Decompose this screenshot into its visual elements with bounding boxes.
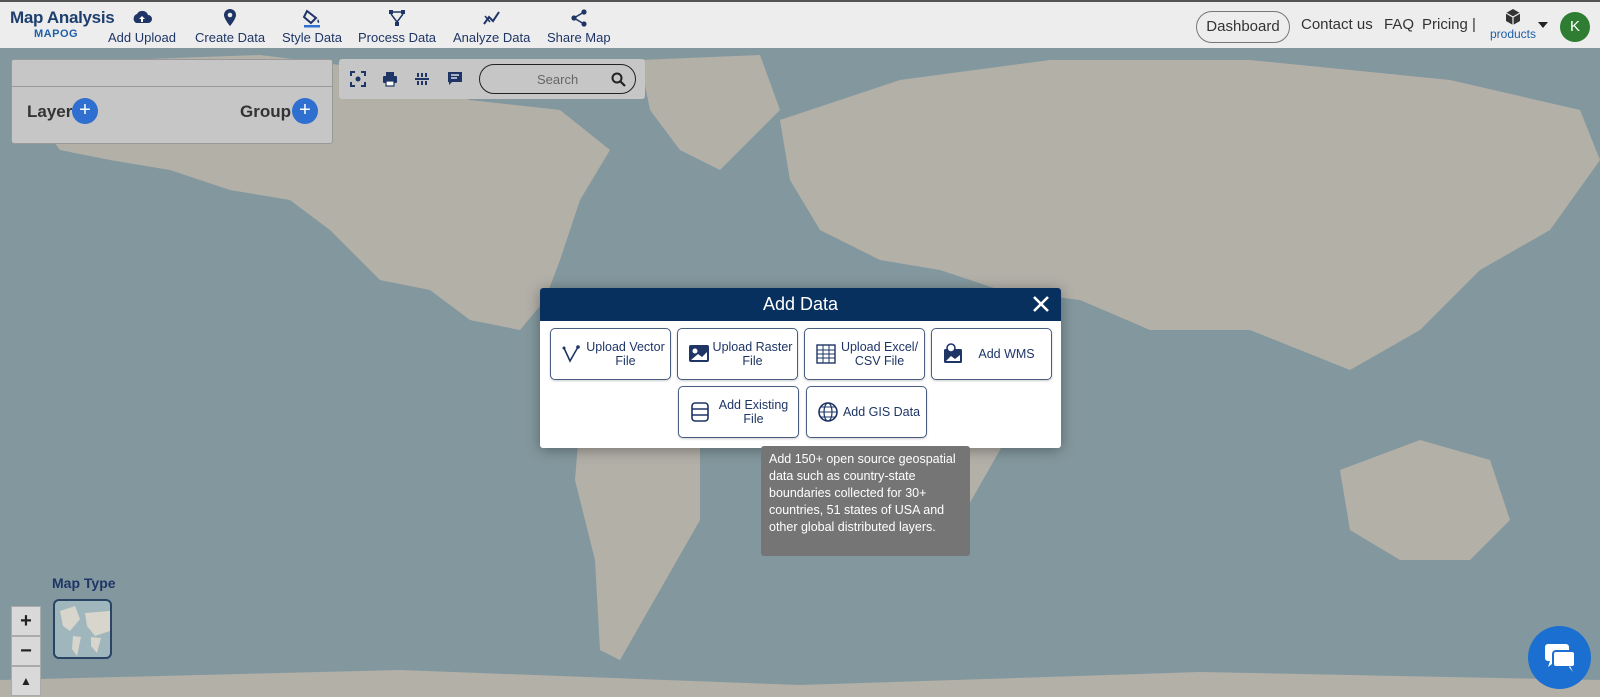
modal-header: Add Data bbox=[540, 288, 1061, 321]
vector-icon bbox=[562, 345, 580, 363]
user-avatar[interactable]: K bbox=[1560, 12, 1590, 42]
brand-title: Map Analysis bbox=[10, 8, 115, 27]
gis-data-tooltip: Add 150+ open source geospatial data suc… bbox=[761, 446, 970, 556]
option-label: Add Existing File bbox=[718, 398, 789, 426]
layer-label: Layer bbox=[27, 102, 73, 121]
add-layer-button[interactable]: + bbox=[72, 98, 98, 124]
add-existing-file-button[interactable]: Add Existing File bbox=[678, 386, 799, 438]
option-label: Upload Vector File bbox=[586, 340, 665, 368]
map-type-thumbnail[interactable] bbox=[53, 599, 112, 659]
layer-panel-header bbox=[12, 60, 332, 87]
chat-icon bbox=[1545, 644, 1576, 672]
cloud-upload-icon bbox=[133, 10, 152, 23]
search-input[interactable]: Search bbox=[479, 64, 636, 94]
add-gis-data-button[interactable]: Add GIS Data bbox=[806, 386, 927, 438]
measure-icon[interactable] bbox=[414, 71, 430, 87]
comment-icon[interactable] bbox=[447, 71, 463, 87]
search-icon[interactable] bbox=[611, 72, 626, 87]
globe-icon bbox=[818, 402, 838, 422]
map-type-label: Map Type bbox=[52, 575, 116, 591]
raster-image-icon bbox=[689, 345, 709, 362]
nav-label: Share Map bbox=[547, 30, 611, 45]
option-label: Upload Raster File bbox=[712, 340, 793, 368]
process-icon bbox=[389, 10, 406, 26]
nav-share-map[interactable]: Share Map bbox=[547, 8, 611, 45]
upload-excel-csv-button[interactable]: Upload Excel/ CSV File bbox=[804, 328, 925, 380]
brand-subtitle: MAPOG bbox=[34, 28, 79, 40]
option-label: Add WMS bbox=[978, 347, 1035, 361]
zoom-out-button[interactable]: − bbox=[11, 636, 41, 666]
analyze-icon bbox=[482, 11, 500, 25]
share-icon bbox=[571, 9, 587, 27]
nav-label: Create Data bbox=[195, 30, 266, 45]
print-icon[interactable] bbox=[382, 71, 398, 87]
table-icon bbox=[816, 344, 836, 364]
fit-bounds-icon[interactable] bbox=[350, 71, 366, 87]
caret-down-icon[interactable] bbox=[1537, 21, 1549, 29]
map-pin-icon bbox=[224, 9, 237, 26]
contact-us-link[interactable]: Contact us bbox=[1301, 16, 1373, 33]
faq-link[interactable]: FAQ bbox=[1384, 16, 1414, 33]
nav-label: Style Data bbox=[282, 30, 342, 45]
products-label: products bbox=[1489, 27, 1537, 41]
zoom-in-button[interactable]: + bbox=[11, 606, 41, 636]
products-menu[interactable]: products bbox=[1486, 8, 1540, 41]
reset-north-button[interactable]: ▲ bbox=[11, 666, 41, 696]
add-data-modal: Add Data Upload Vector File Upload Raste… bbox=[540, 288, 1061, 448]
nav-create-data[interactable]: Create Data bbox=[195, 8, 265, 45]
wms-icon bbox=[944, 343, 962, 363]
nav-style-data[interactable]: Style Data bbox=[282, 8, 342, 45]
option-label: Upload Excel/ CSV File bbox=[840, 340, 919, 368]
upload-raster-file-button[interactable]: Upload Raster File bbox=[677, 328, 798, 380]
modal-title: Add Data bbox=[762, 294, 839, 314]
nav-label: Process Data bbox=[358, 30, 437, 45]
nav-label: Add Upload bbox=[108, 30, 176, 45]
database-icon bbox=[691, 402, 709, 422]
search-placeholder: Search bbox=[537, 72, 579, 87]
add-group-button[interactable]: + bbox=[292, 98, 318, 124]
map-toolbar: Search bbox=[339, 59, 645, 99]
brand-logo[interactable]: Map Analysis MAPOG bbox=[10, 8, 115, 40]
close-icon[interactable] bbox=[1029, 292, 1053, 316]
dashboard-button[interactable]: Dashboard bbox=[1196, 11, 1290, 43]
add-wms-button[interactable]: Add WMS bbox=[931, 328, 1052, 380]
pricing-link[interactable]: Pricing | bbox=[1422, 16, 1476, 33]
nav-process-data[interactable]: Process Data bbox=[358, 8, 436, 45]
nav-add-upload[interactable]: Add Upload bbox=[108, 8, 176, 45]
paint-bucket-icon bbox=[302, 9, 320, 28]
group-label: Group bbox=[240, 102, 291, 121]
cube-icon bbox=[1505, 9, 1521, 25]
top-navigation-bar: Map Analysis MAPOG Add Upload Create Dat… bbox=[0, 0, 1600, 48]
upload-vector-file-button[interactable]: Upload Vector File bbox=[550, 328, 671, 380]
world-thumbnail-icon bbox=[60, 606, 110, 656]
nav-analyze-data[interactable]: Analyze Data bbox=[453, 8, 530, 45]
nav-label: Analyze Data bbox=[453, 30, 531, 45]
layer-panel: Layer + Group + bbox=[11, 59, 333, 144]
option-label: Add GIS Data bbox=[842, 405, 921, 419]
chat-widget-button[interactable] bbox=[1528, 626, 1591, 689]
